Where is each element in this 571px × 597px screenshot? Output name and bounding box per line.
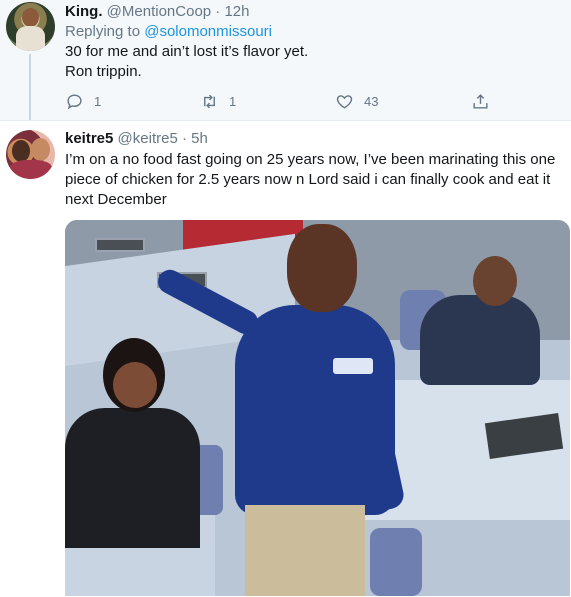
reply-count: 1 [94,93,102,109]
tweet-text-line: piece of chicken for 2.5 years now n Lor… [65,171,551,188]
share-button[interactable] [471,90,490,112]
student-left [65,408,200,548]
student-right-head [473,256,517,306]
student-left-face [113,362,157,408]
reply-icon [67,93,82,109]
timestamp[interactable]: 5h [191,130,208,147]
tweet-text-line: I’m on a no food fast going on 25 years … [65,151,556,168]
separator-dot: · [215,3,221,20]
student-right [420,295,540,385]
tweet-header: keitre5 @keitre5 · 5h [65,129,208,149]
like-count: 43 [364,93,379,109]
dancing-student-pants [245,505,365,596]
mention-link[interactable]: @solomonmissouri [144,23,272,40]
display-name[interactable]: keitre5 [65,130,113,147]
reply-button[interactable]: 1 [65,90,101,112]
display-name[interactable]: King. [65,3,103,20]
retweet-button[interactable]: 1 [200,90,236,112]
dancing-student-head [287,224,357,312]
replying-prefix: Replying to [65,23,141,40]
tweet-header: King. @MentionCoop · 12h [65,2,250,22]
tablet [95,238,145,252]
tweet-media-gif[interactable] [65,220,570,596]
chair [370,528,422,596]
heart-icon [336,94,353,109]
avatar[interactable] [6,130,55,179]
tweet-text: I’m on a no food fast going on 25 years … [65,150,560,210]
tweet-text-line: 30 for me and ain’t lost it’s flavor yet… [65,43,309,60]
timestamp[interactable]: 12h [224,3,249,20]
user-handle[interactable]: @MentionCoop [107,3,211,20]
tweet-keitre5[interactable]: keitre5 @keitre5 · 5h I’m on a no food f… [0,121,571,597]
avatar[interactable] [6,2,55,51]
retweet-count: 1 [229,93,237,109]
replying-to: Replying to @solomonmissouri [65,22,272,42]
retweet-icon [204,94,215,108]
tweet-actions: 1 1 43 [65,90,495,112]
thread-line [29,54,31,120]
like-button[interactable]: 43 [335,90,378,112]
share-icon [473,93,488,109]
tweet-text: 30 for me and ain’t lost it’s flavor yet… [65,42,555,82]
tweet-text-line: next December [65,191,167,208]
tweet-king[interactable]: King. @MentionCoop · 12h Replying to @so… [0,0,571,121]
user-handle[interactable]: @keitre5 [118,130,178,147]
tweet-text-line: Ron trippin. [65,63,142,80]
jacket-logo [333,358,373,374]
separator-dot: · [181,130,187,147]
